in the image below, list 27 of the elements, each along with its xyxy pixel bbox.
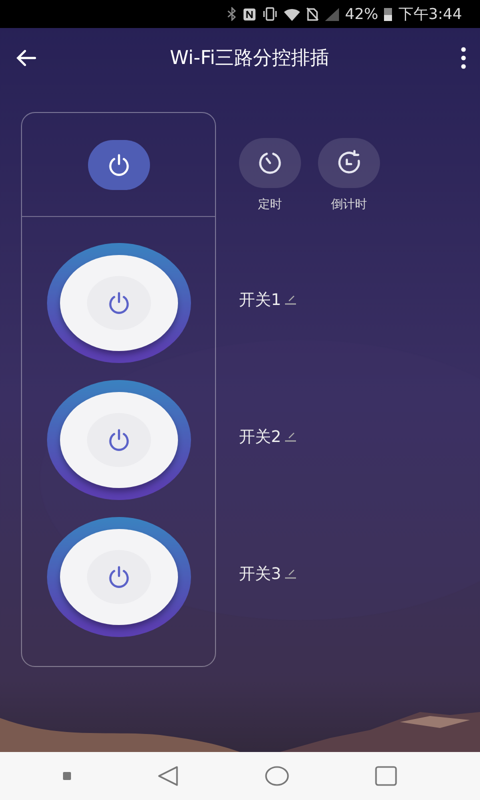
page-title: Wi-Fi三路分控排插	[170, 46, 330, 71]
vibrate-icon	[262, 7, 278, 21]
battery-icon	[384, 7, 392, 21]
recents-nav-icon[interactable]	[375, 766, 397, 786]
nfc-icon	[242, 8, 256, 20]
switch-label: 开关1	[239, 290, 282, 310]
switch-label: 开关3	[239, 564, 282, 584]
no-sim-icon	[306, 7, 319, 21]
home-nav-icon[interactable]	[265, 766, 289, 786]
wifi-icon	[284, 8, 300, 20]
action-label: 定时	[258, 196, 282, 213]
bluetooth-icon	[226, 7, 237, 21]
edit-pencil-icon[interactable]	[284, 432, 298, 442]
edit-pencil-icon[interactable]	[284, 295, 298, 305]
switch-label: 开关2	[239, 426, 282, 448]
action-button[interactable]	[318, 138, 380, 188]
battery-percent: 42%	[344, 5, 378, 23]
more-dots-icon	[461, 47, 466, 69]
more-menu-button[interactable]	[459, 45, 468, 71]
edit-pencil-icon[interactable]	[284, 569, 298, 579]
clock-time: 下午3:44	[398, 4, 462, 24]
action-label: 倒计时	[331, 196, 367, 213]
action-button[interactable]	[239, 138, 301, 188]
signal-icon	[324, 8, 339, 20]
timer-icon	[257, 150, 283, 176]
back-nav-icon[interactable]	[157, 765, 179, 787]
countdown-icon	[336, 150, 362, 176]
